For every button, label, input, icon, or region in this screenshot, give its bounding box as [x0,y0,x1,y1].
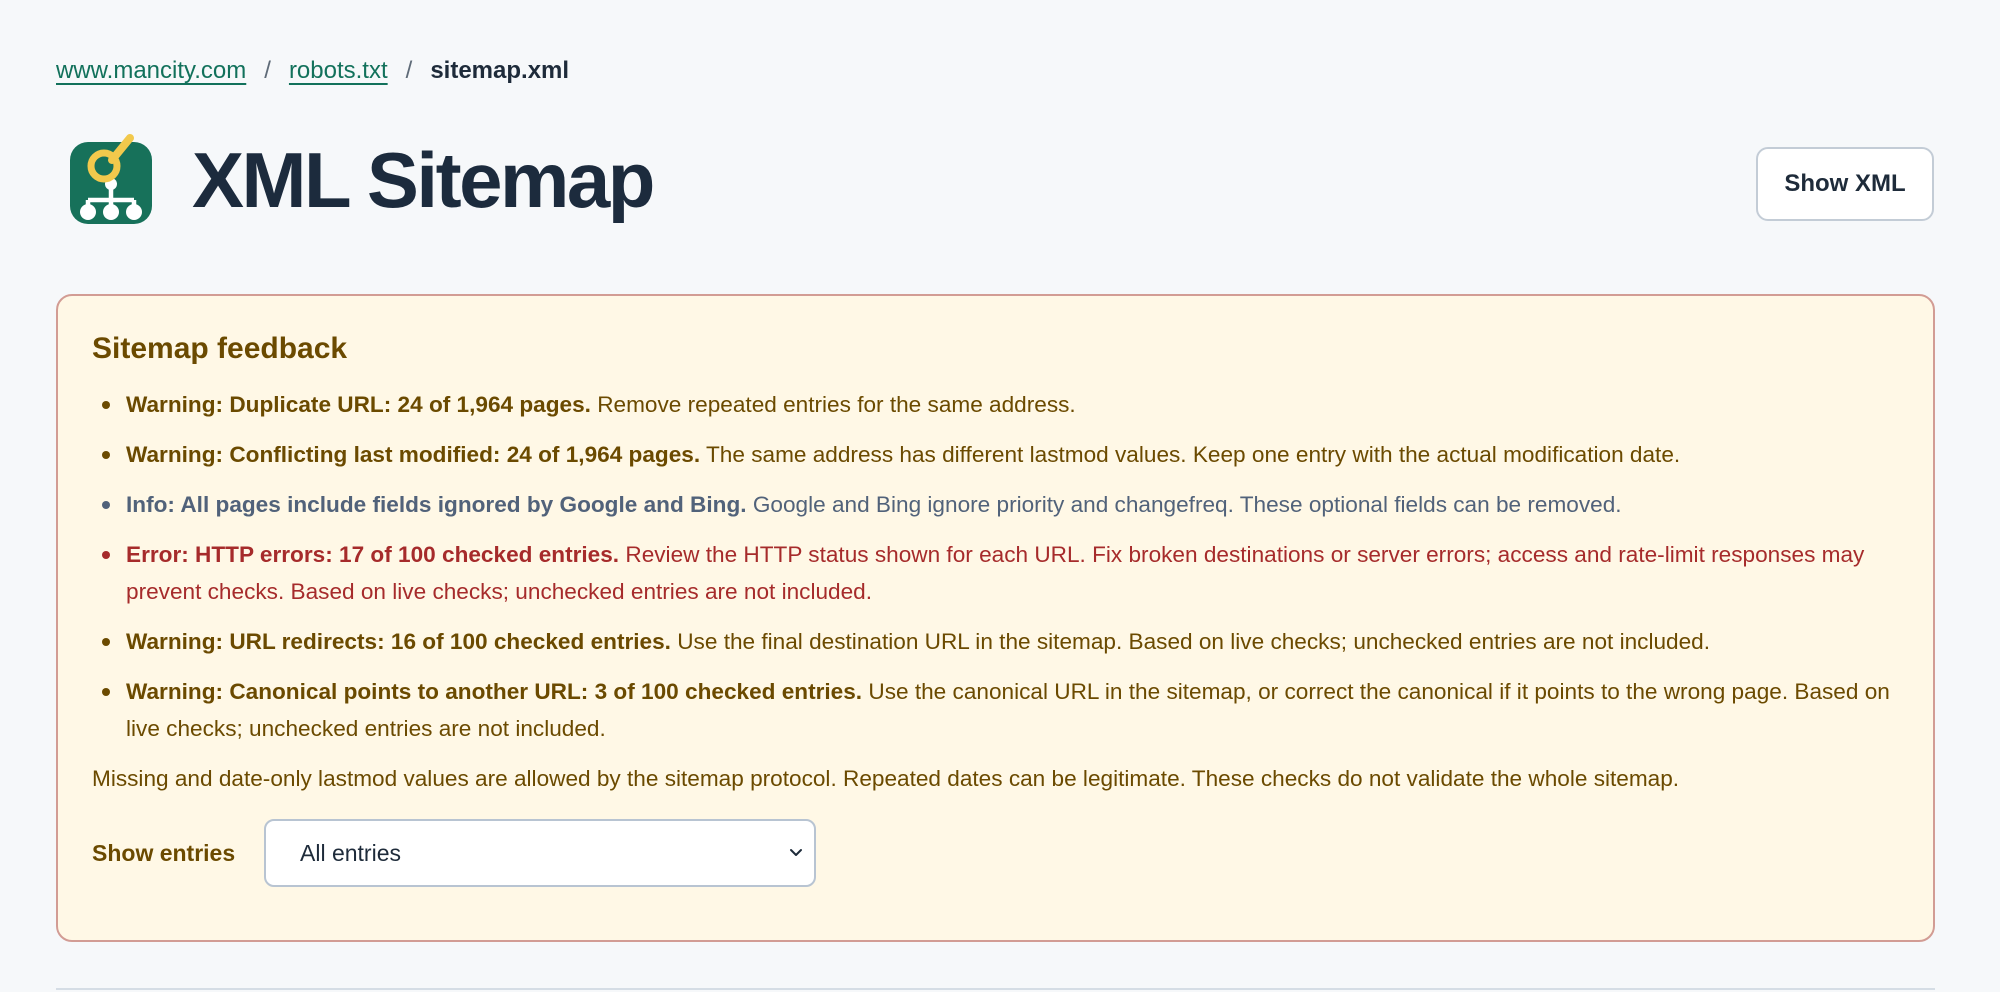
feedback-title: Sitemap feedback [92,332,348,365]
bullet-icon [102,401,110,409]
feedback-item-ignored-fields: Info: All pages include fields ignored b… [92,486,1899,523]
feedback-item-text: Remove repeated entries for the same add… [597,392,1076,417]
feedback-item-conflicting-lastmod: Warning: Conflicting last modified: 24 o… [92,436,1899,473]
breadcrumb-separator: / [405,57,413,84]
divider [56,988,1935,990]
feedback-item-lead: Info: All pages include fields ignored b… [126,492,747,517]
page-title: XML Sitemap [192,136,655,224]
show-entries-label: Show entries [92,839,236,866]
breadcrumb-link-domain[interactable]: www.mancity.com [56,56,246,86]
feedback-item-text: Google and Bing ignore priority and chan… [752,492,1622,517]
feedback-item-lead: Warning: Duplicate URL: 24 of 1,964 page… [126,392,591,417]
feedback-item-lead: Warning: Conflicting last modified: 24 o… [126,442,701,467]
sitemap-feedback-panel: Sitemap feedback Warning: Duplicate URL:… [56,294,1935,942]
breadcrumb-link-robots[interactable]: robots.txt [289,56,388,86]
page-header: XML Sitemap [56,130,655,230]
feedback-item-url-redirects: Warning: URL redirects: 16 of 100 checke… [92,623,1899,660]
feedback-item-lead: Error: HTTP errors: 17 of 100 checked en… [126,542,620,567]
show-entries-select[interactable]: All entries [264,819,816,887]
page: www.mancity.com / robots.txt / sitemap.x… [0,0,2000,992]
feedback-item-text: Use the final destination URL in the sit… [677,629,1711,654]
breadcrumb-current: sitemap.xml [430,57,570,84]
feedback-item-lead: Warning: URL redirects: 16 of 100 checke… [126,629,671,654]
show-entries-selected-value: All entries [300,839,401,866]
bullet-icon [102,501,110,509]
feedback-item-http-errors: Error: HTTP errors: 17 of 100 checked en… [92,536,1899,610]
show-xml-button[interactable]: Show XML [1756,147,1934,221]
bullet-icon [102,688,110,696]
feedback-list: Warning: Duplicate URL: 24 of 1,964 page… [92,386,1899,747]
feedback-item-lead: Warning: Canonical points to another URL… [126,679,863,704]
feedback-item-text: The same address has different lastmod v… [706,442,1681,467]
breadcrumb-separator: / [264,57,271,84]
bullet-icon [102,638,110,646]
chevron-down-icon [790,849,802,856]
bullet-icon [102,451,110,459]
feedback-item-duplicate-url: Warning: Duplicate URL: 24 of 1,964 page… [92,386,1899,423]
feedback-note: Missing and date-only lastmod values are… [92,766,1680,791]
feedback-item-canonical: Warning: Canonical points to another URL… [92,673,1899,747]
show-entries-control: Show entries All entries [92,819,1899,887]
breadcrumb: www.mancity.com / robots.txt / sitemap.x… [56,56,569,86]
bullet-icon [102,551,110,559]
sitemap-magnifier-icon [70,134,152,224]
